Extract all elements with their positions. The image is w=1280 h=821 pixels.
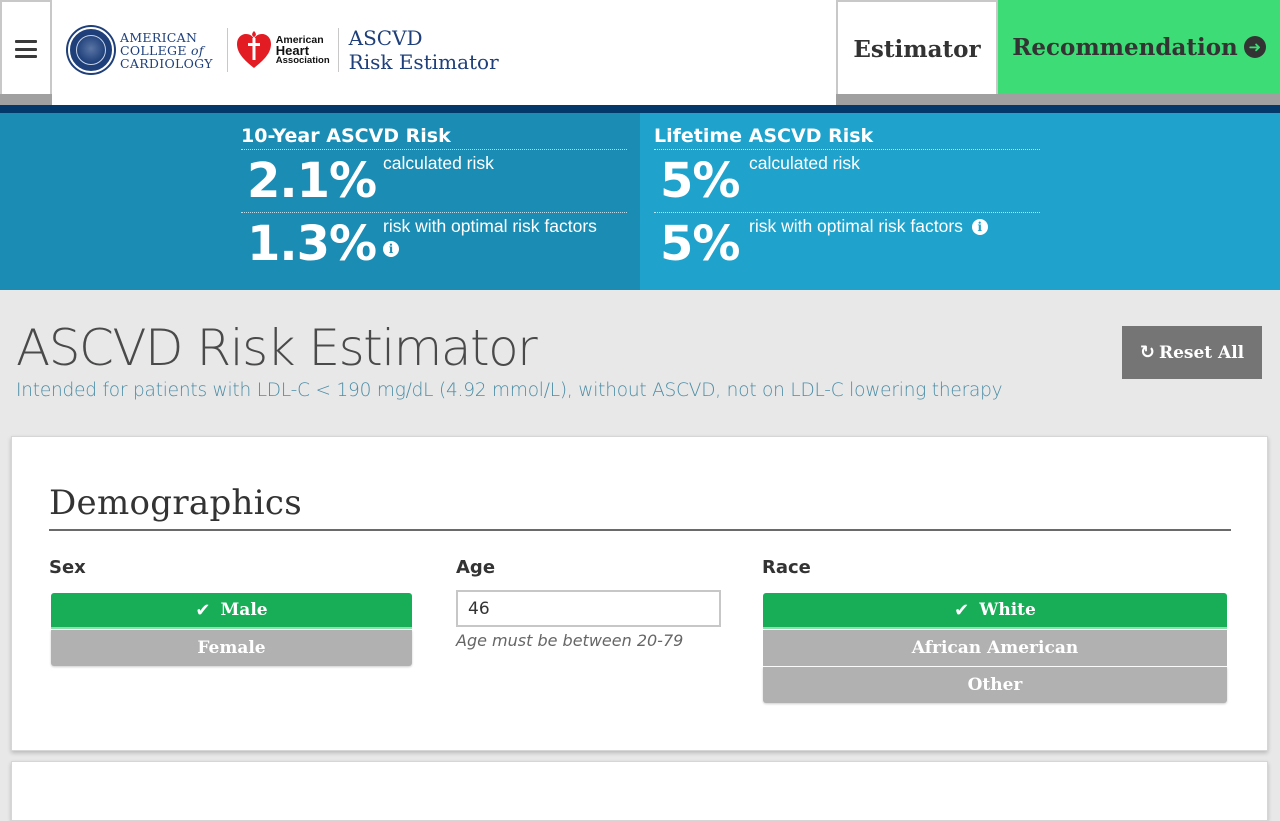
ten-year-calculated-value: 2.1% [247,153,377,209]
aha-heart-torch-icon [236,31,271,68]
logo-divider [337,28,339,72]
sex-option-male[interactable]: ✔ Male [51,593,412,629]
acc-logo-text: AMERICAN COLLEGE of CARDIOLOGY [120,29,213,71]
info-icon[interactable]: i [383,241,399,257]
sex-option-female-label: Female [197,638,266,658]
menu-button[interactable] [0,0,52,96]
ten-year-optimal-desc: risk with optimal risk factors i [383,215,597,259]
race-options: ✔ White African American Other [763,593,1227,704]
ten-year-calculated-row: 2.1% calculated risk [241,150,627,213]
age-label: Age [456,557,496,578]
tab-recommendation[interactable]: Recommendation ➜ [998,0,1280,94]
lifetime-risk-panel: Lifetime ASCVD Risk 5% calculated risk 5… [654,123,1040,276]
check-icon: ✔ [195,599,211,621]
arrow-circle-right-icon: ➜ [1243,36,1266,58]
ten-year-optimal-value: 1.3% [247,216,377,272]
logo-divider [226,28,228,72]
section-divider [49,529,1231,531]
tab-recommendation-label: Recommendation [1012,33,1238,61]
race-option-other-label: Other [967,675,1023,695]
sex-option-male-label: Male [220,600,268,620]
ten-year-risk-panel: 10-Year ASCVD Risk 2.1% calculated risk … [241,123,627,276]
tab-estimator-label: Estimator [853,35,981,63]
age-hint: Age must be between 20-79 [456,631,684,650]
ten-year-optimal-label: risk with optimal risk factors [383,216,597,236]
ascvd-brand-text: ASCVD Risk Estimator [348,26,499,74]
age-input[interactable] [456,590,721,627]
demographics-card: Demographics Sex ✔ Male Female Age Age m… [11,436,1268,751]
reset-all-button[interactable]: ↻ Reset All [1122,326,1262,379]
check-icon: ✔ [954,599,970,621]
reset-all-label: Reset All [1158,342,1245,363]
risk-summary-band: 10-Year ASCVD Risk 2.1% calculated risk … [0,113,1280,290]
sex-label: Sex [49,557,86,578]
race-option-other[interactable]: Other [763,667,1227,703]
ten-year-risk-title: 10-Year ASCVD Risk [241,123,627,150]
race-option-african-american-label: African American [911,638,1079,658]
info-icon[interactable]: i [971,219,988,235]
race-label: Race [762,557,811,578]
lifetime-optimal-row: 5% risk with optimal risk factors i [654,213,1040,276]
app-header: AMERICAN COLLEGE of CARDIOLOGY American … [0,0,1280,105]
race-option-white-label: White [979,600,1036,620]
hamburger-icon [15,40,37,58]
page-title: ASCVD Risk Estimator [16,319,538,377]
race-option-african-american[interactable]: African American [763,630,1227,666]
lifetime-calculated-row: 5% calculated risk [654,150,1040,213]
lifetime-optimal-label: risk with optimal risk factors [749,216,963,236]
aha-logo-text: American Heart Association [275,33,330,66]
tab-estimator-base [836,94,998,105]
sex-option-female[interactable]: Female [51,630,412,666]
demographics-title: Demographics [49,483,303,523]
lifetime-risk-title: Lifetime ASCVD Risk [654,123,1040,150]
tab-estimator[interactable]: Estimator [836,0,998,96]
sex-options: ✔ Male Female [51,593,412,667]
lifetime-calculated-value: 5% [660,153,740,209]
acc-seal-icon [68,27,114,73]
page-subtitle: Intended for patients with LDL-C < 190 m… [16,380,1003,401]
ten-year-calculated-label: calculated risk [383,153,494,173]
menu-button-base [0,94,52,105]
lifetime-optimal-value: 5% [660,216,740,272]
lifetime-optimal-desc: risk with optimal risk factors i [749,215,988,237]
ten-year-optimal-row: 1.3% risk with optimal risk factors i [241,213,627,276]
logo-group: AMERICAN COLLEGE of CARDIOLOGY American … [68,24,499,76]
tab-recommendation-base [998,94,1280,105]
refresh-icon: ↻ [1139,342,1155,363]
race-option-white[interactable]: ✔ White [763,593,1227,629]
header-divider [0,105,1280,113]
lifetime-calculated-label: calculated risk [749,153,860,173]
next-section-card [11,761,1268,821]
